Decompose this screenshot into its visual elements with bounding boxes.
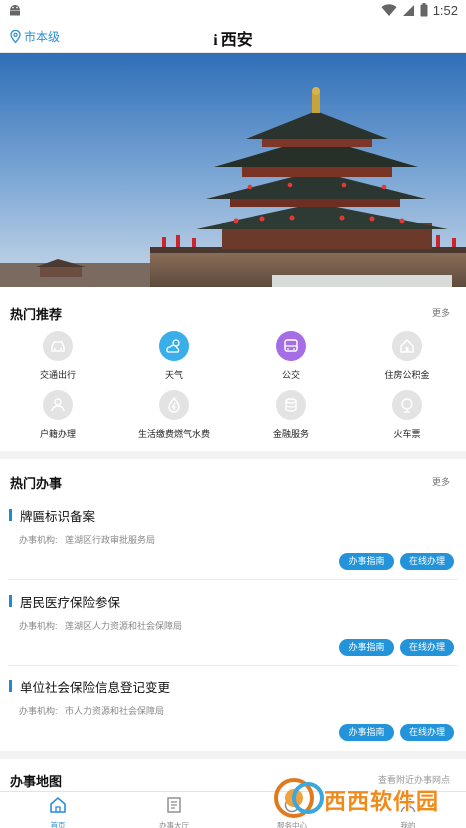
tab-service-hall[interactable]: 办事大厅 (144, 796, 204, 828)
battery-icon (420, 3, 428, 17)
service-household[interactable]: 户籍办理 (0, 390, 116, 440)
status-time: 1:52 (432, 2, 458, 18)
train-icon (392, 390, 422, 420)
more-link[interactable]: 更多 (432, 306, 450, 319)
task-name: 牌匾标识备案 (20, 510, 96, 524)
bell-tower-photo (0, 53, 466, 287)
online-handle-button[interactable]: 在线办理 (400, 724, 454, 741)
weather-icon (159, 331, 189, 361)
bus-icon (276, 331, 306, 361)
task-org: 办事机构: 莲湖区人力资源和社会保障局 (19, 621, 183, 631)
service-traffic[interactable]: 交通出行 (0, 331, 116, 381)
hot-recommend-section: 热门推荐 更多 交通出行 天气 公交 住房公积金 户籍办理 生活缴费燃气水费 金… (0, 287, 466, 451)
section-title: 办事地图 (10, 774, 63, 789)
home-icon (50, 796, 66, 813)
page-title: i 西安 (213, 32, 253, 49)
task-org: 办事机构: 莲湖区行政审批服务局 (19, 535, 156, 545)
tab-home[interactable]: 首页 (28, 796, 88, 828)
accent-bar (9, 509, 12, 521)
task-name: 单位社会保险信息登记变更 (20, 681, 171, 695)
task-name: 居民医疗保险参保 (20, 596, 121, 610)
hot-tasks-section: 热门办事 更多 牌匾标识备案 办事机构: 莲湖区行政审批服务局 办事指南 在线办… (0, 459, 466, 751)
accent-bar (9, 595, 12, 607)
service-finance[interactable]: 金融服务 (233, 390, 349, 440)
signal-icon (402, 4, 414, 16)
service-bus[interactable]: 公交 (233, 331, 349, 381)
guide-button[interactable]: 办事指南 (339, 724, 394, 741)
car-icon (43, 331, 73, 361)
service-train-ticket[interactable]: 火车票 (349, 390, 465, 440)
watermark-logo: 西西软件园 (272, 776, 458, 820)
app-header: 市本级 i 西安 (0, 20, 466, 53)
android-icon (10, 5, 20, 16)
online-handle-button[interactable]: 在线办理 (400, 553, 454, 570)
house-icon (392, 331, 422, 361)
watermark-text: 西西软件园 (324, 790, 440, 815)
section-title: 热门推荐 (10, 307, 63, 322)
service-housing-fund[interactable]: 住房公积金 (349, 331, 465, 381)
service-weather[interactable]: 天气 (116, 331, 232, 381)
banner-image[interactable] (0, 53, 466, 287)
task-org: 办事机构: 市人力资源和社会保障局 (19, 706, 165, 716)
guide-button[interactable]: 办事指南 (339, 553, 394, 570)
section-title: 热门办事 (10, 476, 63, 491)
finance-icon (276, 390, 306, 420)
more-link[interactable]: 更多 (432, 475, 450, 488)
guide-button[interactable]: 办事指南 (339, 639, 394, 656)
wifi-icon (381, 3, 397, 16)
task-item[interactable]: 居民医疗保险参保 办事机构: 莲湖区人力资源和社会保障局 办事指南 在线办理 (8, 581, 458, 666)
service-utilities[interactable]: 生活缴费燃气水费 (116, 390, 232, 440)
online-handle-button[interactable]: 在线办理 (400, 639, 454, 656)
utility-icon (159, 390, 189, 420)
accent-bar (9, 680, 12, 692)
id-card-icon (43, 390, 73, 420)
task-item[interactable]: 单位社会保险信息登记变更 办事机构: 市人力资源和社会保障局 办事指南 在线办理 (8, 666, 458, 751)
task-item[interactable]: 牌匾标识备案 办事机构: 莲湖区行政审批服务局 办事指南 在线办理 (8, 495, 458, 580)
document-icon (167, 797, 181, 813)
status-bar: 1:52 (0, 0, 466, 20)
